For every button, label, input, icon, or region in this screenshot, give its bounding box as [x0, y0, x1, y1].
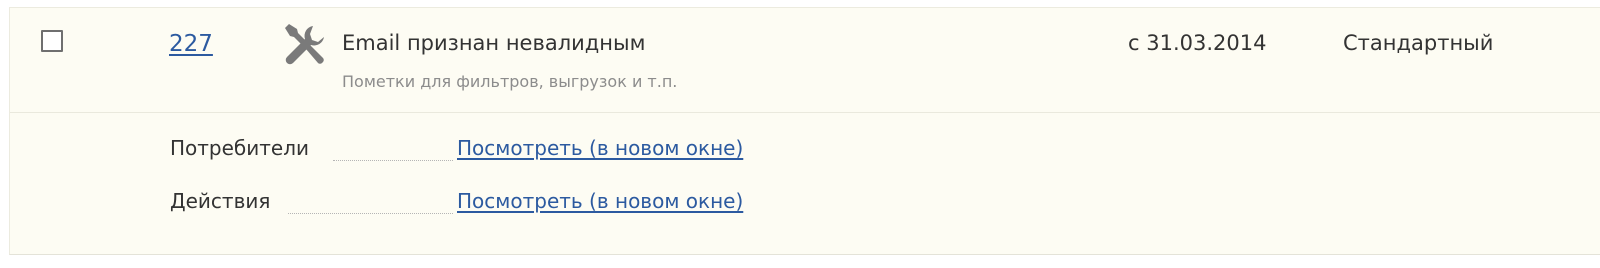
record-panel: 227 Email признан невалидным Пометки для…: [9, 7, 1600, 255]
record-subtitle: Пометки для фильтров, выгрузок и т.п.: [342, 72, 678, 91]
detail-label-actions: Действия: [170, 189, 271, 213]
record-date: с 31.03.2014: [1128, 31, 1267, 55]
detail-row-actions: Действия Посмотреть (в новом окне): [170, 191, 970, 221]
row-checkbox[interactable]: [41, 30, 63, 52]
actions-view-link[interactable]: Посмотреть (в новом окне): [457, 191, 743, 211]
detail-row-consumers: Потребители Посмотреть (в новом окне): [170, 138, 970, 168]
divider: [10, 112, 1600, 113]
record-id-link[interactable]: 227: [169, 33, 213, 56]
record-title: Email признан невалидным: [342, 31, 646, 55]
tools-icon: [285, 24, 324, 65]
leader-dots: [288, 213, 453, 214]
detail-label-consumers: Потребители: [170, 136, 309, 160]
record-type: Стандартный: [1343, 31, 1494, 55]
consumers-view-link[interactable]: Посмотреть (в новом окне): [457, 138, 743, 158]
leader-dots: [333, 160, 453, 161]
